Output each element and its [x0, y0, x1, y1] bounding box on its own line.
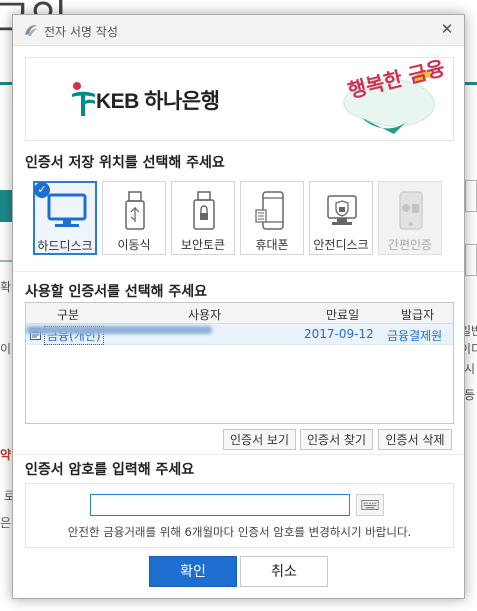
close-icon[interactable]: ✕	[438, 20, 456, 38]
background-text: 등	[464, 388, 476, 402]
storage-option-label: 하드디스크	[37, 239, 93, 253]
cert-issuer: 금융결제원	[387, 329, 443, 343]
digital-signature-dialog: 전자 서명 작성 ✕ KEB 하나은행 행복한 금융 인증서 저장 위치를 선택…	[12, 14, 465, 599]
security-token-icon	[193, 191, 215, 230]
background-text: 시	[464, 362, 476, 376]
bank-name: KEB 하나은행	[96, 90, 220, 113]
cert-expiry: 2017-09-12	[304, 327, 374, 341]
column-header-user: 사용자	[188, 308, 222, 322]
certificate-list[interactable]: 구분 사용자 만료일 발급자 금융(개인) 2017-09-12 금융결제원	[25, 302, 454, 424]
background-input	[465, 244, 477, 276]
slogan-graphic: 행복한 금융	[343, 60, 447, 134]
confirm-button[interactable]: 확인	[149, 556, 237, 587]
column-header-type: 구분	[57, 308, 80, 322]
section-divider	[13, 271, 464, 272]
hana-logo-icon	[72, 82, 95, 116]
storage-option-simple-auth: 간편인증	[378, 181, 442, 255]
simple-auth-icon	[399, 191, 423, 230]
safe-disk-icon	[327, 195, 357, 225]
storage-option-label: 휴대폰	[255, 238, 289, 252]
delete-certificate-button[interactable]: 인증서 삭제	[378, 429, 452, 450]
storage-option-removable[interactable]: 이동식	[102, 181, 166, 255]
certificate-row[interactable]: 금융(개인) 2017-09-12 금융결제원	[26, 324, 453, 345]
monitor-icon	[47, 193, 87, 227]
column-header-issuer: 발급자	[401, 308, 435, 322]
password-hint: 안전한 금융거래를 위해 6개월마다 인증서 암호를 변경하시기 바랍니다.	[67, 525, 412, 539]
storage-section-title: 인증서 저장 위치를 선택해 주세요	[25, 155, 225, 171]
storage-option-label: 간편인증	[387, 238, 433, 252]
view-certificate-button[interactable]: 인증서 보기	[223, 429, 296, 450]
cancel-button[interactable]: 취소	[240, 556, 328, 587]
column-header-expires: 만료일	[326, 308, 360, 322]
storage-option-phone[interactable]: 휴대폰	[240, 181, 304, 255]
find-certificate-button[interactable]: 인증서 찾기	[300, 429, 373, 450]
background-text: 은	[0, 516, 12, 530]
storage-option-safe-disk[interactable]: 안전디스크	[309, 181, 373, 255]
certificate-table-header: 구분 사용자 만료일 발급자	[26, 303, 453, 324]
phone-icon	[255, 191, 284, 230]
keyboard-icon[interactable]	[356, 494, 384, 516]
cert-user-redacted	[26, 326, 212, 334]
storage-option-security-token[interactable]: 보안토큰	[171, 181, 235, 255]
app-logo-icon	[25, 25, 37, 36]
storage-option-label: 보안토큰	[180, 238, 226, 252]
password-input[interactable]	[90, 494, 350, 516]
storage-option-harddisk[interactable]: ✓ 하드디스크	[33, 181, 97, 255]
usb-icon	[125, 191, 145, 230]
section-divider	[13, 454, 464, 455]
cert-section-title: 사용할 인증서를 선택해 주세요	[25, 284, 208, 300]
password-panel: 안전한 금융거래를 위해 6개월마다 인증서 암호를 변경하시기 바랍니다.	[25, 483, 454, 548]
storage-option-label: 이동식	[117, 238, 151, 252]
background-text: 확	[0, 280, 12, 294]
password-section-title: 인증서 암호를 입력해 주세요	[25, 462, 195, 478]
dialog-title: 전자 서명 작성	[44, 25, 118, 39]
storage-option-label: 안전디스크	[313, 238, 369, 252]
bank-banner: KEB 하나은행 행복한 금융	[25, 57, 454, 141]
background-text: 이	[0, 342, 12, 356]
background-text: 약	[0, 448, 12, 462]
dialog-titlebar[interactable]: 전자 서명 작성 ✕	[13, 15, 464, 46]
background-input	[465, 180, 477, 212]
